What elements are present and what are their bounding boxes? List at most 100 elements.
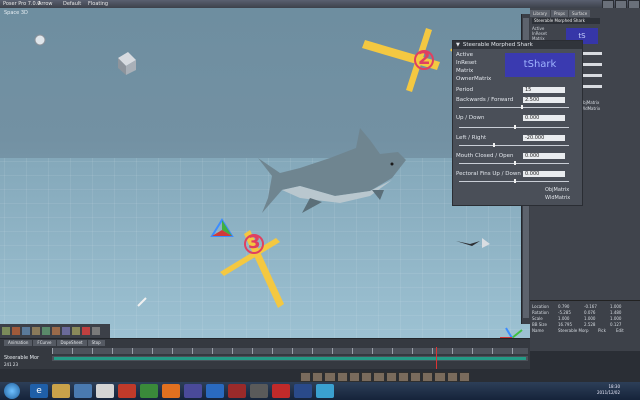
prop-wldmatrix: WldMatrix xyxy=(545,195,571,201)
start-button[interactable] xyxy=(4,383,20,399)
side-tabs: Library Props Surface xyxy=(530,10,640,17)
tray-icon[interactable] xyxy=(324,372,336,382)
app-icon[interactable] xyxy=(250,384,268,398)
tab-fcurve[interactable]: FCurve xyxy=(33,340,56,346)
tray-icon[interactable] xyxy=(397,372,409,382)
side-slider[interactable] xyxy=(580,85,602,88)
app-icon[interactable] xyxy=(118,384,136,398)
param-backwards-forward-slider[interactable] xyxy=(459,105,569,109)
properties-logo: tShark xyxy=(505,53,575,77)
bottom-icon-tray[interactable] xyxy=(300,372,471,382)
tab-dopesheet[interactable]: DopeSheet xyxy=(56,340,87,346)
tray-icon[interactable] xyxy=(361,372,373,382)
timeline-panel: Animation FCurve DopeSheet Stop Steerabl… xyxy=(0,338,530,369)
info-value[interactable]: 1.000 xyxy=(558,316,569,321)
param-mouth-value[interactable]: 0.000 xyxy=(523,153,565,159)
timeline-track[interactable] xyxy=(52,356,528,361)
clock-date: 2011/12/02 xyxy=(596,390,620,395)
side-slider[interactable] xyxy=(580,63,602,66)
tray-icon[interactable] xyxy=(422,372,434,382)
param-mouth-slider[interactable] xyxy=(459,161,569,165)
info-value[interactable]: -5.285 xyxy=(558,310,571,315)
param-backwards-forward-label: Backwards / Forward xyxy=(456,97,514,103)
properties-panel: ▼ Steerable Morphed Shark tShark Active I… xyxy=(452,40,583,206)
info-row: Rotation -5.285 0.076 1.480 xyxy=(532,310,621,315)
info-value[interactable]: 1.480 xyxy=(610,310,621,315)
tray-icon[interactable] xyxy=(312,372,324,382)
prop-ownermatrix: OwnerMatrix xyxy=(456,76,492,82)
ie-icon[interactable]: e xyxy=(30,384,48,398)
title-bar: Poser Pro 7.0.0 Arrow Default Floating xyxy=(0,0,640,9)
pick-button[interactable]: Pick xyxy=(598,328,606,333)
collapse-triangle-icon[interactable]: ▼ xyxy=(456,41,460,49)
param-pectoral-slider[interactable] xyxy=(459,179,569,183)
edit-button[interactable]: Edit xyxy=(616,328,624,333)
app-icon[interactable] xyxy=(74,384,92,398)
menu-default[interactable]: Default xyxy=(63,1,81,7)
param-pectoral-value[interactable]: 0.000 xyxy=(523,171,565,177)
info-value[interactable]: 0.076 xyxy=(584,310,595,315)
tab-props[interactable]: Props xyxy=(551,10,568,17)
acrobat-icon[interactable] xyxy=(272,384,290,398)
tray-icon[interactable] xyxy=(458,372,471,382)
info-value[interactable]: 1.000 xyxy=(610,304,621,309)
param-period-value[interactable]: 15 xyxy=(523,87,565,93)
param-period-label: Period xyxy=(456,87,474,93)
side-title: Steerable Morphed Shark xyxy=(532,18,600,24)
tool-strip xyxy=(0,324,110,338)
info-value: 2.528 xyxy=(584,322,596,327)
tray-icon[interactable] xyxy=(336,372,348,382)
tray-icon[interactable] xyxy=(434,372,446,382)
timeline-ruler[interactable] xyxy=(52,348,528,354)
playhead[interactable] xyxy=(436,347,437,369)
prop-matrix: Matrix xyxy=(456,68,474,74)
param-left-right-value[interactable]: -20.000 xyxy=(523,135,565,141)
info-panel: Location 0.790 -0.167 1.000 Rotation -5.… xyxy=(530,300,640,351)
tray-icon[interactable] xyxy=(409,372,422,382)
tray-icon[interactable] xyxy=(373,372,385,382)
prop-objmatrix: ObjMatrix xyxy=(545,187,570,193)
tab-animation[interactable]: Animation xyxy=(4,340,33,346)
info-value[interactable]: 1.000 xyxy=(610,316,621,321)
info-value[interactable]: 1.000 xyxy=(584,316,595,321)
side-slider[interactable] xyxy=(580,74,602,77)
param-pectoral-label: Pectoral Fins Up / Down xyxy=(456,171,521,177)
prop-active: Active xyxy=(456,52,474,58)
callout-3: 3 xyxy=(248,232,261,253)
param-backwards-forward-value[interactable]: 2.500 xyxy=(523,97,565,103)
tray-icon[interactable] xyxy=(385,372,397,382)
prop-inreset: InReset xyxy=(456,60,477,66)
info-value: 0.127 xyxy=(610,322,622,327)
window-controls xyxy=(602,0,640,9)
folder-icon[interactable] xyxy=(52,384,70,398)
menu-arrow[interactable]: Arrow xyxy=(38,1,52,7)
tray-icon[interactable] xyxy=(348,372,361,382)
app-icon[interactable] xyxy=(184,384,202,398)
side-slider[interactable] xyxy=(580,52,602,55)
tray-icon[interactable] xyxy=(446,372,458,382)
tray-icon[interactable] xyxy=(300,372,312,382)
tab-library[interactable]: Library xyxy=(530,10,550,17)
system-tray[interactable]: 18:30 2011/12/02 xyxy=(560,384,620,398)
properties-header[interactable]: ▼ Steerable Morphed Shark xyxy=(453,41,582,49)
param-left-right-slider[interactable] xyxy=(459,143,569,147)
app-icon[interactable] xyxy=(316,384,334,398)
menu-floating[interactable]: Floating xyxy=(88,1,108,7)
app-icon[interactable] xyxy=(228,384,246,398)
app-icon[interactable] xyxy=(96,384,114,398)
tab-stop[interactable]: Stop xyxy=(87,340,105,346)
tab-surface[interactable]: Surface xyxy=(568,10,591,17)
animation-bar[interactable] xyxy=(54,357,526,360)
info-value[interactable]: -0.167 xyxy=(584,304,597,309)
viewport-3d[interactable]: Space 3D 2 3 xyxy=(0,8,530,338)
tool-icons[interactable] xyxy=(0,324,110,338)
param-up-down-slider[interactable] xyxy=(459,125,569,129)
app-icon[interactable] xyxy=(206,384,224,398)
app-icon[interactable] xyxy=(294,384,312,398)
info-name-field[interactable]: Steerable Morp xyxy=(558,328,589,333)
app-icon[interactable] xyxy=(140,384,158,398)
taskbar: e 18:30 2011/12/02 xyxy=(0,382,640,400)
firefox-icon[interactable] xyxy=(162,384,180,398)
param-up-down-value[interactable]: 0.000 xyxy=(523,115,565,121)
info-value[interactable]: 0.790 xyxy=(558,304,569,309)
